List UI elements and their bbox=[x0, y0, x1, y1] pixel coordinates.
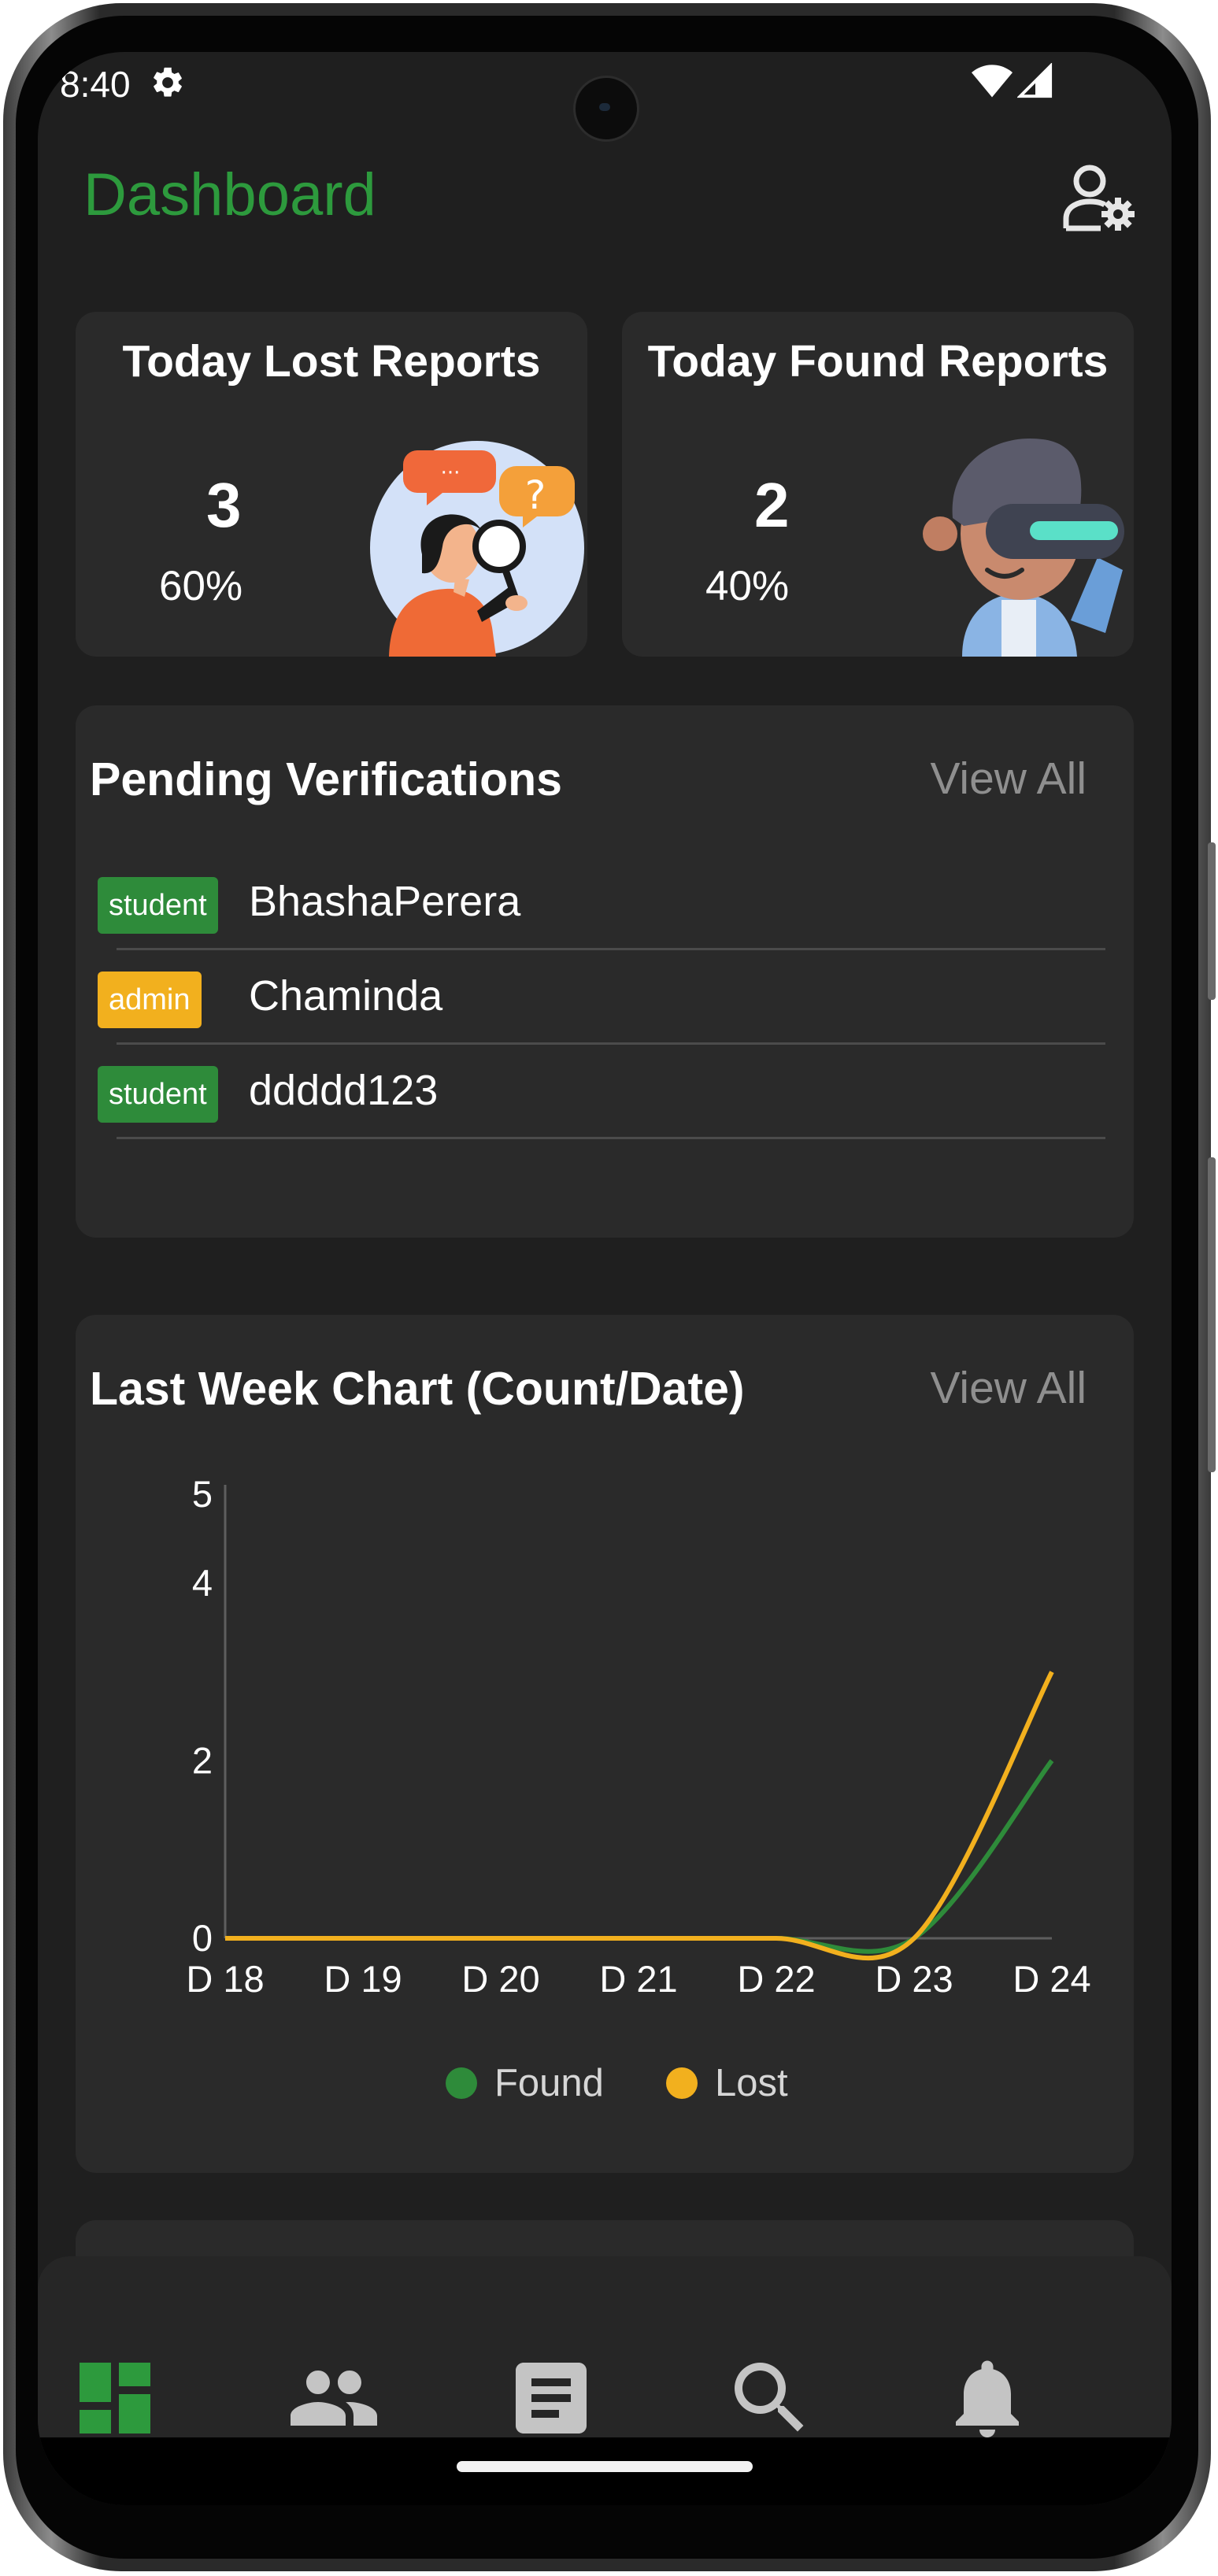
row-divider bbox=[117, 1137, 1105, 1139]
lost-reports-card[interactable]: Today Lost Reports 3 60% ··· ? bbox=[76, 312, 587, 657]
last-week-chart-card: Last Week Chart (Count/Date) View All 02… bbox=[76, 1315, 1134, 2173]
svg-text:···: ··· bbox=[441, 461, 461, 485]
legend-label-lost: Lost bbox=[715, 2062, 788, 2104]
list-item[interactable]: student ddddd123 bbox=[98, 1052, 1129, 1146]
user-name: Chaminda bbox=[249, 972, 443, 1020]
x-tick-label: D 22 bbox=[737, 1958, 815, 2000]
people-icon[interactable] bbox=[287, 2351, 381, 2445]
found-reports-card[interactable]: Today Found Reports 2 40% bbox=[622, 312, 1134, 657]
legend-label-found: Found bbox=[494, 2062, 604, 2104]
role-badge-admin: admin bbox=[98, 972, 202, 1028]
pending-verifications-card: Pending Verifications View All student B… bbox=[76, 705, 1134, 1238]
x-tick-label: D 19 bbox=[324, 1958, 402, 2000]
role-badge-student: student bbox=[98, 1066, 218, 1123]
search-icon[interactable] bbox=[723, 2351, 817, 2445]
wifi-icon bbox=[972, 65, 1013, 98]
role-badge-student: student bbox=[98, 877, 218, 934]
pending-verifications-title: Pending Verifications bbox=[90, 753, 562, 805]
pending-view-all-link[interactable]: View All bbox=[930, 753, 1087, 805]
status-time: 8:40 bbox=[60, 64, 131, 105]
found-count: 2 bbox=[754, 470, 790, 540]
status-bar: 8:40 bbox=[38, 52, 1172, 142]
screen: 8:40 Dashboard Today Lost Reports 3 60% … bbox=[38, 52, 1172, 2505]
user-settings-icon[interactable] bbox=[1061, 162, 1140, 236]
y-tick-label: 0 bbox=[192, 1917, 213, 1959]
page-title: Dashboard bbox=[83, 161, 376, 228]
lost-person-illustration: ··· ? bbox=[370, 441, 584, 657]
x-tick-label: D 21 bbox=[599, 1958, 677, 2000]
row-divider bbox=[117, 1042, 1105, 1045]
found-percent: 40% bbox=[705, 563, 790, 609]
user-name: ddddd123 bbox=[249, 1067, 439, 1114]
row-divider bbox=[117, 948, 1105, 950]
line-chart: 0 2 4 5 D 18 D 19 D 20 D 21 D 22 D 23 D 24 Found Los… bbox=[186, 1473, 1090, 2104]
found-reports-title: Today Found Reports bbox=[647, 336, 1109, 387]
y-tick-label: 2 bbox=[192, 1739, 213, 1781]
cell-signal-icon bbox=[1017, 63, 1053, 98]
lost-count: 3 bbox=[206, 470, 242, 540]
legend-swatch-found bbox=[446, 2067, 477, 2099]
y-tick-label: 4 bbox=[192, 1562, 213, 1604]
series-line-lost bbox=[224, 1671, 1054, 1961]
lost-percent: 60% bbox=[159, 563, 243, 609]
lost-reports-title: Today Lost Reports bbox=[122, 336, 541, 387]
volume-button bbox=[1208, 842, 1216, 1000]
article-icon[interactable] bbox=[504, 2351, 598, 2445]
x-tick-label: D 23 bbox=[875, 1958, 953, 2000]
notifications-icon[interactable] bbox=[940, 2351, 1035, 2445]
x-tick-label: D 18 bbox=[186, 1958, 264, 2000]
settings-gear-icon bbox=[154, 67, 182, 97]
x-tick-label: D 24 bbox=[1013, 1958, 1090, 2000]
svg-text:?: ? bbox=[525, 472, 546, 518]
power-button bbox=[1208, 1157, 1216, 1472]
y-tick-label: 5 bbox=[192, 1473, 213, 1515]
list-item[interactable]: admin Chaminda bbox=[98, 957, 1129, 1052]
front-camera bbox=[573, 76, 639, 142]
home-indicator[interactable] bbox=[457, 2461, 753, 2472]
list-item[interactable]: student BhashaPerera bbox=[98, 863, 1129, 957]
dashboard-icon[interactable] bbox=[68, 2351, 162, 2445]
x-tick-label: D 20 bbox=[461, 1958, 539, 2000]
legend-swatch-lost bbox=[666, 2067, 698, 2099]
user-name: BhashaPerera bbox=[249, 878, 521, 925]
vr-person-illustration bbox=[923, 438, 1124, 657]
